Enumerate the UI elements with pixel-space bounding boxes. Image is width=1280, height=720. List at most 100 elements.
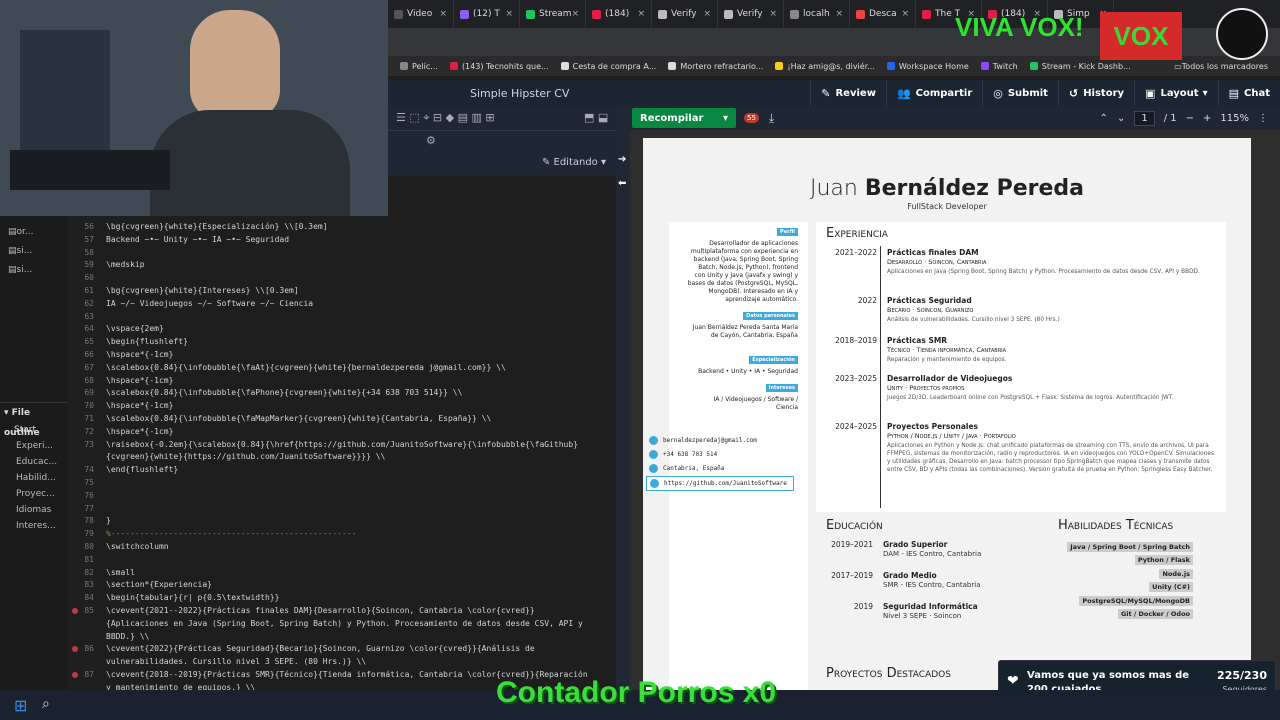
breakpoint-marker[interactable] [72, 608, 78, 614]
breakpoint-marker[interactable] [72, 672, 78, 678]
browser-tab[interactable]: Verify × [718, 0, 784, 28]
github-link[interactable]: https://github.com/JuanitoSoftware [646, 476, 794, 491]
browser-tab[interactable]: localh × [784, 0, 850, 28]
submit-button[interactable]: ◎ Submit [982, 80, 1058, 106]
close-icon[interactable]: × [637, 9, 645, 19]
code-line[interactable]: \raisebox{-0.2em}{\scalebox{0.84}{\href{… [106, 440, 578, 449]
browser-tab[interactable]: Video × [388, 0, 454, 28]
code-editor[interactable]: \bg{cvgreen}{white}{Especialización} \\[… [102, 216, 616, 690]
outline-item[interactable]: Educac... [0, 454, 68, 470]
code-line[interactable]: \end{flushleft} [106, 465, 178, 474]
code-line[interactable]: IA ~/~ Videojuegos ~/~ Software ~/~ Cien… [106, 299, 313, 308]
code-line[interactable]: \medskip [106, 260, 145, 269]
code-line[interactable]: BBDD.} \\ [106, 632, 149, 641]
code-line[interactable]: \scalebox{0.84}{\infobubble{\faMapMarker… [106, 414, 491, 423]
review-button[interactable]: ✎ Review [810, 80, 886, 106]
zoom-level[interactable]: 115% [1220, 113, 1249, 124]
interests-text: IA / Videojuegos / Software / Ciencia [713, 396, 798, 411]
bookmark-item[interactable]: (143) Tecnohits que... [449, 62, 549, 71]
close-icon[interactable]: × [505, 9, 513, 19]
file-outline-header[interactable]: ▾ File outline [0, 402, 68, 438]
page-up-icon[interactable]: ⌃ [1100, 113, 1108, 124]
browser-tab[interactable]: Verify × [652, 0, 718, 28]
code-line[interactable]: \bg{cvgreen}{white}{Especialización} \\[… [106, 222, 328, 231]
recompile-button[interactable]: Recompilar ▾ [632, 108, 736, 128]
code-line[interactable]: \bg{cvgreen}{white}{Intereses} \\[0.3em] [106, 286, 299, 295]
sync-right-icon[interactable]: ➔ [618, 154, 626, 165]
bookmark-item[interactable]: Mortero refractario... [668, 62, 763, 71]
code-line[interactable]: \begin{flushleft} [106, 337, 188, 346]
code-line[interactable]: } [106, 516, 111, 525]
code-line[interactable]: {cvgreen}{white}{https://github.com/Juan… [106, 452, 385, 461]
experience-subtitle: Desarrollo · Soincon, Cantabria [887, 258, 987, 266]
code-line[interactable]: y mantenimiento de equipos.} \\ [106, 683, 255, 690]
code-line[interactable]: \hspace*{-1cm} [106, 401, 173, 410]
close-icon[interactable]: × [439, 9, 447, 19]
close-icon[interactable]: × [901, 9, 909, 19]
code-line[interactable]: {Aplicaciones en Java (Spring Boot, Spri… [106, 619, 583, 628]
document-title[interactable]: Simple Hipster CV [470, 87, 569, 100]
windows-start-icon[interactable]: ⊞ [14, 696, 27, 715]
code-line[interactable]: \cvevent{2022}{Prácticas Seguridad}{Beca… [106, 644, 535, 653]
search-icon[interactable]: ⌕ [42, 696, 50, 712]
browser-tab[interactable]: Stream × [520, 0, 586, 28]
close-icon[interactable]: × [769, 9, 777, 19]
settings-icon[interactable]: ⚙ [426, 134, 436, 147]
code-line[interactable]: \switchcolumn [106, 542, 169, 551]
page-number-input[interactable]: 1 [1134, 110, 1155, 126]
bookmark-item[interactable]: Stream - Kick Dashb... [1029, 62, 1131, 71]
sync-left-icon[interactable]: ⬅ [618, 178, 626, 189]
code-line[interactable]: \cvevent{2021--2022}{Prácticas finales D… [106, 606, 535, 615]
code-line[interactable]: \hspace*{-1cm} [106, 427, 173, 436]
outline-item[interactable]: Habilid... [0, 470, 68, 486]
bookmark-item[interactable]: Pelíc... [400, 62, 438, 71]
zoom-in-button[interactable]: + [1203, 113, 1211, 124]
bookmark-item[interactable]: Workspace Home [886, 62, 969, 71]
browser-tab[interactable]: (12) T × [454, 0, 520, 28]
chevron-down-icon: ▾ [722, 112, 728, 124]
zoom-out-button[interactable]: − [1186, 113, 1194, 124]
chat-button[interactable]: ▤ Chat [1217, 80, 1280, 106]
browser-tab[interactable]: Desca × [850, 0, 916, 28]
history-button[interactable]: ↺ History [1057, 80, 1134, 106]
code-line[interactable]: %---------------------------------------… [106, 529, 356, 538]
code-line[interactable]: \scalebox{0.84}{\infobubble{\faPhone}{cv… [106, 388, 462, 397]
file-item[interactable]: ▤ si... [0, 260, 68, 279]
code-line[interactable]: \small [106, 568, 135, 577]
globe-icon: ◎ [993, 86, 1003, 100]
bookmark-item[interactable]: Cesta de compra A... [560, 62, 656, 71]
code-line[interactable]: \begin{tabular}{r| p{0.5\textwidth}} [106, 593, 279, 602]
outline-item[interactable]: Proyec... [0, 486, 68, 502]
close-icon[interactable]: × [835, 9, 843, 19]
layout-button[interactable]: ▣ Layout ▾ [1134, 80, 1218, 106]
bookmark-item[interactable]: ¡Haz amig@s, diviér... [775, 62, 875, 71]
outline-item[interactable]: Idiomas [0, 502, 68, 518]
page-down-icon[interactable]: ⌄ [1117, 113, 1125, 124]
file-item[interactable]: ▤ si... [0, 241, 68, 260]
code-line[interactable]: \section*{Experiencia} [106, 580, 212, 589]
browser-tab[interactable]: (184) × [586, 0, 652, 28]
education-title: Grado Superior [883, 540, 948, 549]
format-icons[interactable]: ☰ ⬚ ⌖ ⊟ ◆ ▤ ▥ ⊞ [396, 111, 495, 125]
error-badge[interactable]: 55 [744, 113, 759, 123]
close-icon[interactable]: × [703, 9, 711, 19]
close-icon[interactable]: × [572, 9, 580, 19]
outline-item[interactable]: Interes... [0, 518, 68, 534]
panel-divider[interactable]: ➔ ⬅ [616, 106, 630, 690]
outline-item[interactable]: Experi... [0, 438, 68, 454]
code-line[interactable]: vulnerabilidades. Cursillo nivel 3 SEPE.… [106, 657, 366, 666]
file-item[interactable]: ▤ or... [0, 222, 68, 241]
more-options-icon[interactable]: ⋮ [1258, 113, 1268, 124]
bookmark-item[interactable]: Twitch [980, 62, 1018, 71]
all-bookmarks-folder[interactable]: ▭ Todos los marcadores [1174, 62, 1268, 71]
download-icon[interactable]: ⤓ [769, 111, 774, 126]
profile-text: Desarrollador de aplicaciones multiplata… [687, 240, 798, 303]
share-button[interactable]: 👥 Compartir [885, 80, 982, 106]
code-line[interactable]: Backend ~•~ Unity ~•~ IA ~•~ Seguridad [106, 235, 289, 244]
code-line[interactable]: \hspace*{-1cm} [106, 376, 173, 385]
code-line[interactable]: \vspace{2em} [106, 324, 164, 333]
code-line[interactable]: \hspace*{-1cm} [106, 350, 173, 359]
code-line[interactable]: \scalebox{0.84}{\infobubble{\faAt}{cvgre… [106, 363, 506, 372]
editing-mode-dropdown[interactable]: ✎ Editando ▾ [542, 157, 606, 168]
outline-item[interactable]: Start [0, 422, 68, 438]
